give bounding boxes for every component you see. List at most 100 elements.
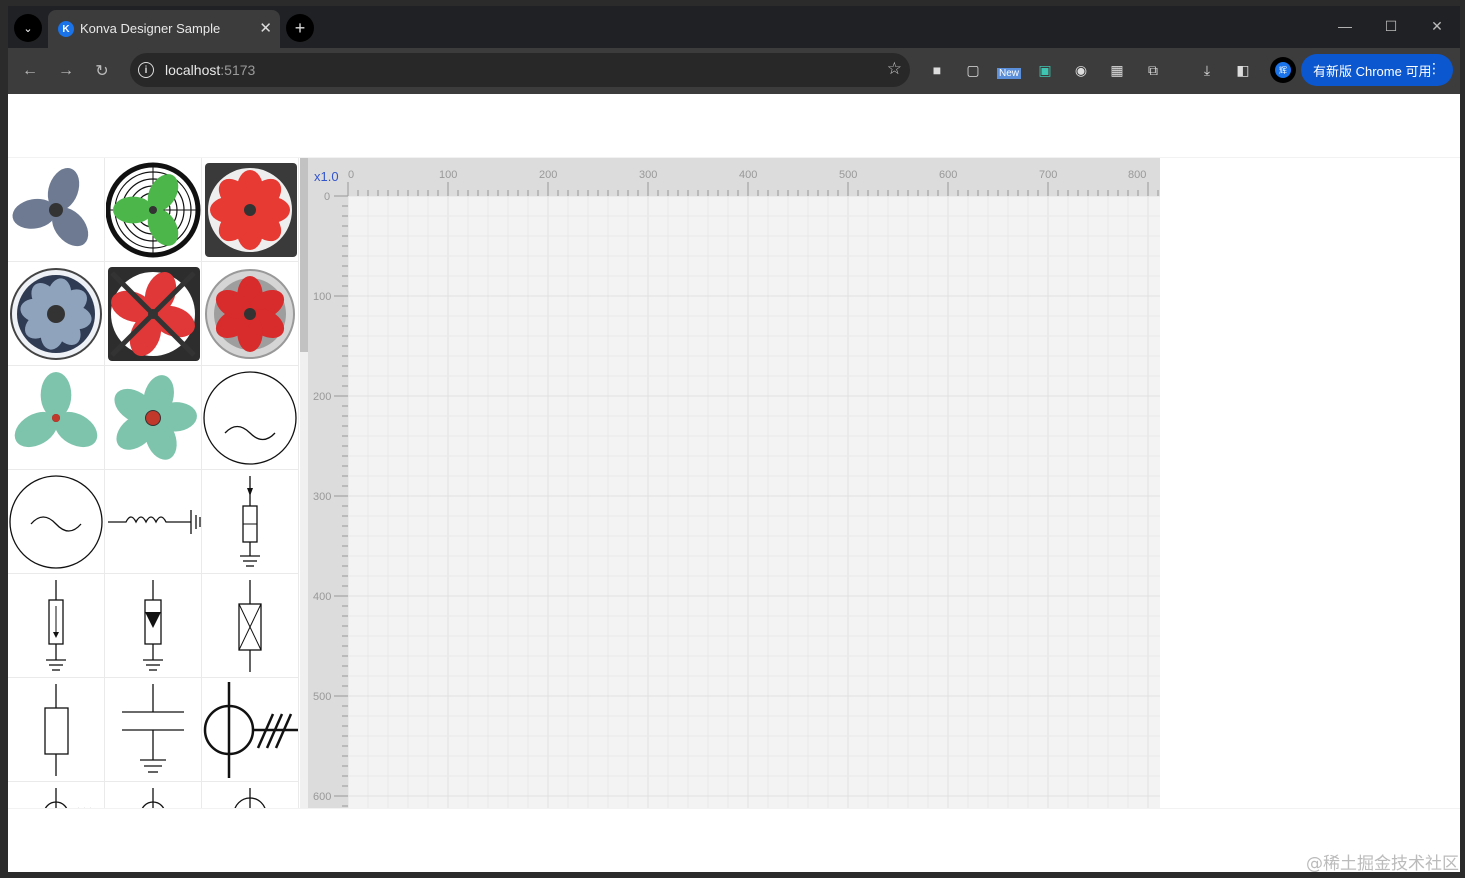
- resistor-icon: [43, 683, 69, 776]
- ac-source-circle-icon: [202, 370, 297, 465]
- palette-item-ac-source-circle[interactable]: [202, 366, 299, 470]
- extension-new-icon[interactable]: New: [996, 60, 1022, 80]
- ruler-x-label: 100: [439, 169, 457, 181]
- close-window-button[interactable]: ✕: [1414, 6, 1460, 46]
- browser-window: ⌄ K Konva Designer Sample ✕ + — ☐ ✕ ← → …: [0, 0, 1465, 878]
- symbol-partial-3-icon: [233, 787, 266, 808]
- extension-square-icon[interactable]: ■: [927, 60, 947, 80]
- ruler-y-label: 500: [313, 691, 331, 703]
- palette-scroll-thumb[interactable]: [300, 158, 308, 352]
- palette-item-resistor[interactable]: [8, 678, 105, 782]
- fan-green-grille-icon: [105, 162, 200, 257]
- extension-reader-icon[interactable]: ▢: [963, 60, 983, 80]
- extension-qr-icon[interactable]: ▦: [1107, 60, 1127, 80]
- palette-item-fan-blades-blue[interactable]: [8, 158, 105, 262]
- menu-dots-icon[interactable]: ⋮: [1427, 60, 1441, 77]
- reload-icon[interactable]: ↻: [89, 58, 115, 84]
- palette-item-symbol-partial-1[interactable]: [8, 782, 105, 808]
- page-footer: [8, 808, 1460, 872]
- ruler-x-label: 0: [348, 169, 354, 181]
- fan-red-metal-icon: [204, 268, 295, 359]
- palette-item-fan-three-blade-teal[interactable]: [8, 366, 105, 470]
- palette-item-fan-red-metal[interactable]: [202, 262, 299, 366]
- browser-tab[interactable]: K Konva Designer Sample ✕: [48, 10, 280, 48]
- palette-item-fan-five-blade-teal[interactable]: [105, 366, 202, 470]
- page-viewport: 0 100 200 300 400 500 600 700 800 0 100 200 300 400 50…: [8, 94, 1460, 872]
- ruler-x-label: 500: [839, 169, 857, 181]
- url-host: localhost: [165, 62, 221, 78]
- ruler-x-label: 700: [1039, 169, 1057, 181]
- page-header: [8, 94, 1460, 158]
- url-port: :5173: [220, 62, 256, 78]
- back-arrow-icon[interactable]: ←: [17, 58, 43, 84]
- bookmark-star-icon[interactable]: ☆: [887, 59, 902, 79]
- tab-close-icon[interactable]: ✕: [259, 19, 272, 37]
- downloads-icon[interactable]: ⤓: [1197, 60, 1217, 80]
- palette-item-fan-red-black-square[interactable]: [105, 262, 202, 366]
- transformer-hash-icon: [203, 681, 298, 778]
- ruler-x-label: 800: [1128, 169, 1146, 181]
- palette-item-fuse-cross[interactable]: [202, 574, 299, 678]
- palette-item-transformer-hash[interactable]: [202, 678, 299, 782]
- zoom-label: x1.0: [314, 169, 339, 184]
- new-badge: New: [996, 67, 1021, 79]
- side-panel-icon[interactable]: ◧: [1233, 60, 1253, 80]
- extension-face-icon[interactable]: ◉: [1071, 60, 1091, 80]
- palette-item-diode-ground[interactable]: [105, 574, 202, 678]
- ruler-x-label: 300: [639, 169, 657, 181]
- symbol-partial-2-icon: [141, 787, 164, 808]
- palette-item-inductor-ground[interactable]: [105, 470, 202, 574]
- tab-title: Konva Designer Sample: [80, 21, 221, 36]
- extensions-puzzle-icon[interactable]: ⧉: [1143, 60, 1163, 80]
- extension-save-icon[interactable]: ▣: [1035, 60, 1055, 80]
- ruler-y-label: 600: [313, 791, 331, 803]
- diode-ground-icon: [142, 579, 163, 671]
- fan-round-blue-icon: [9, 267, 102, 360]
- fan-three-blade-teal-icon: [14, 371, 97, 447]
- minimize-button[interactable]: —: [1322, 6, 1368, 46]
- palette-item-ac-source-circle-large[interactable]: [8, 470, 105, 574]
- canvas-svg[interactable]: 0 100 200 300 400 500 600 700 800 0 100 200 300 400 50…: [308, 158, 1160, 808]
- palette-item-symbol-partial-3[interactable]: [202, 782, 299, 808]
- arrester-ground-icon: [239, 475, 260, 567]
- ruler-y-label: 0: [324, 191, 330, 203]
- fan-red-square-icon: [204, 162, 297, 257]
- chrome-update-button[interactable]: 有新版 Chrome 可用 ⋮: [1301, 54, 1453, 86]
- maximize-button[interactable]: ☐: [1368, 6, 1414, 46]
- fuse-cross-icon: [237, 579, 262, 672]
- palette-item-fan-green-grille[interactable]: [105, 158, 202, 262]
- chevron-down-icon: ⌄: [23, 22, 33, 35]
- browser-toolbar: ← → ↻ i localhost:5173 ☆ ■ ▢ New ▣ ◉ ▦ ⧉…: [8, 48, 1460, 94]
- palette-item-resistor-arrow-ground[interactable]: [8, 574, 105, 678]
- ruler-horizontal: [308, 158, 1160, 196]
- palette-item-fan-round-blue[interactable]: [8, 262, 105, 366]
- url-text: localhost:5173: [165, 62, 255, 78]
- palette-item-fan-red-square[interactable]: [202, 158, 299, 262]
- address-bar[interactable]: i localhost:5173 ☆: [130, 53, 910, 87]
- palette-item-capacitor-ground[interactable]: [105, 678, 202, 782]
- component-palette: [8, 158, 308, 808]
- ruler-y-label: 200: [313, 391, 331, 403]
- resistor-arrow-ground-icon: [45, 579, 66, 671]
- profile-letter: 辉: [1275, 62, 1291, 78]
- site-info-icon[interactable]: i: [138, 62, 154, 78]
- palette-item-symbol-partial-2[interactable]: [105, 782, 202, 808]
- design-canvas[interactable]: 0 100 200 300 400 500 600 700 800 0 100 200 300 400 50…: [308, 158, 1160, 808]
- fan-blades-blue-icon: [12, 167, 88, 246]
- favicon-icon: K: [58, 21, 74, 37]
- tab-strip: ⌄ K Konva Designer Sample ✕ + — ☐ ✕: [8, 6, 1460, 48]
- ac-source-circle-large-icon: [8, 474, 103, 569]
- ruler-x-label: 200: [539, 169, 557, 181]
- fan-red-black-square-icon: [107, 266, 200, 361]
- capacitor-ground-icon: [121, 683, 184, 773]
- forward-arrow-icon[interactable]: →: [53, 58, 79, 84]
- new-tab-button[interactable]: +: [286, 14, 314, 42]
- update-label: 有新版 Chrome 可用: [1313, 63, 1432, 79]
- tab-search-button[interactable]: ⌄: [14, 14, 42, 42]
- ruler-x-label: 400: [739, 169, 757, 181]
- profile-avatar[interactable]: 辉: [1270, 57, 1296, 83]
- palette-scrollbar[interactable]: [300, 158, 308, 808]
- watermark: @稀土掘金技术社区: [1306, 854, 1459, 874]
- ruler-y-label: 300: [313, 491, 331, 503]
- palette-item-arrester-ground[interactable]: [202, 470, 299, 574]
